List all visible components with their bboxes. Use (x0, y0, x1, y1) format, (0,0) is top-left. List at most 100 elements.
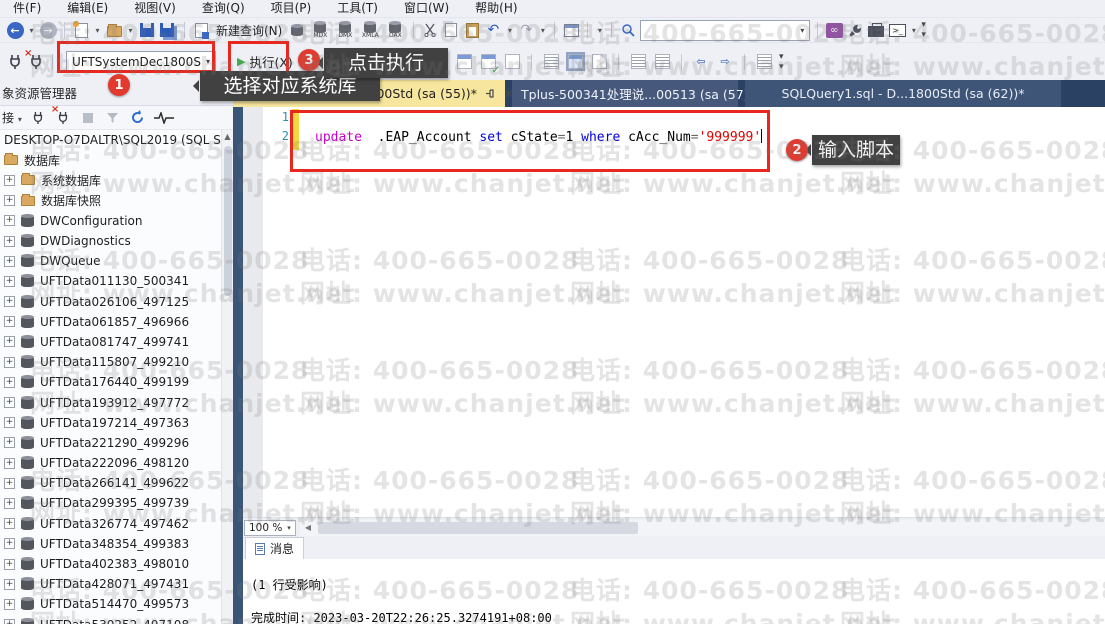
tab-messages[interactable]: 消息 (245, 537, 305, 559)
new-project-dropdown[interactable]: ▾ (93, 26, 102, 35)
results-to-text-button[interactable] (542, 52, 560, 72)
toolbar-overflow-button[interactable]: ▾ ▾ (779, 52, 783, 72)
expander-icon[interactable]: + (4, 518, 15, 530)
tree-item[interactable]: + UFTData402383_498010 (0, 554, 221, 574)
tree-item[interactable]: + UFTData193912_497772 (0, 392, 221, 412)
menu-item[interactable]: 视图(V) (121, 0, 189, 17)
new-project-button[interactable] (72, 20, 90, 40)
tree-item[interactable]: + 数据库快照 (0, 191, 221, 211)
expander-icon[interactable]: + (4, 275, 15, 287)
tree-item[interactable]: 数据库 (0, 150, 221, 170)
tree-item[interactable]: + UFTData299395_499739 (0, 493, 221, 513)
new-dax-query-button[interactable]: DAX (384, 20, 406, 39)
expander-icon[interactable]: + (4, 477, 15, 489)
database-combo[interactable]: UFTSystemDec1800Std ▾ (66, 51, 216, 72)
save-button[interactable] (138, 20, 156, 40)
expander-icon[interactable]: + (4, 598, 15, 610)
scroll-up-icon[interactable]: ▲ (222, 130, 233, 143)
stop-icon[interactable] (79, 108, 97, 128)
menu-item[interactable]: 窗口(W) (391, 0, 462, 17)
tree-item[interactable]: + UFTData530252_497108 (0, 615, 221, 624)
live-statistics-button[interactable]: ✓ (479, 52, 500, 76)
tree-item[interactable]: + UFTData081747_499741 (0, 332, 221, 352)
toolbar-overflow-button[interactable]: ▾ ▾ (921, 20, 925, 40)
tree-item[interactable]: + UFTData197214_497363 (0, 413, 221, 433)
sql-code-line[interactable]: update .EAP_Account set cState = 1 where c… (315, 129, 763, 145)
pin-icon[interactable] (485, 88, 496, 99)
tree-item[interactable]: + UFTData026106_497125 (0, 292, 221, 312)
disconnect-icon[interactable]: × (24, 48, 45, 72)
expander-icon[interactable]: + (4, 356, 15, 368)
scroll-left-icon[interactable]: ◀ (300, 520, 316, 536)
menu-item[interactable]: 件(F) (0, 0, 54, 17)
search-combo[interactable]: ▾ (640, 19, 811, 41)
tree-item[interactable]: + UFTData061857_496966 (0, 312, 221, 332)
query-options-button[interactable] (503, 52, 521, 72)
navigate-back-dropdown[interactable]: ▾ (27, 26, 36, 35)
tree-item[interactable]: + DWQueue (0, 251, 221, 271)
tree-item[interactable]: + UFTData176440_499199 (0, 372, 221, 392)
chevron-down-icon[interactable]: ▾ (283, 524, 295, 532)
estimated-plan-button[interactable] (455, 52, 473, 72)
tab-tplus-document[interactable]: Tplus-500341处理说...00513 (sa (57)) (512, 80, 753, 107)
specify-template-values-button[interactable] (755, 52, 773, 72)
decrease-indent-button[interactable]: ⇦ (692, 52, 710, 72)
uncomment-lines-button[interactable] (653, 52, 671, 72)
navigate-back-button[interactable]: ← (6, 20, 24, 40)
tree-item[interactable]: DESKTOP-O7DALTR\SQL2019 (SQL S (0, 130, 221, 150)
tree-item[interactable]: + DWConfiguration (0, 211, 221, 231)
refresh-icon[interactable] (129, 108, 147, 128)
results-to-file-button[interactable] (590, 52, 608, 72)
undo-button[interactable]: ↶ (484, 20, 502, 40)
sql-editor[interactable]: 1 2 update .EAP_Account set cState = 1 whe… (243, 107, 1105, 517)
new-mdx-query-button[interactable]: MDX (309, 20, 331, 39)
chevron-down-icon[interactable]: ▾ (201, 57, 215, 66)
tree-item[interactable]: + UFTData326774_497462 (0, 514, 221, 534)
tree-item[interactable]: + UFTData266141_499622 (0, 473, 221, 493)
expander-icon[interactable]: + (4, 316, 15, 328)
tree-item[interactable]: + UFTData011130_500341 (0, 271, 221, 291)
menu-item[interactable]: 工具(T) (324, 0, 391, 17)
toolbar-dropdown[interactable]: ▾ (595, 26, 604, 35)
chevron-down-icon[interactable]: ▾ (795, 26, 809, 35)
tab-sqlquery2[interactable]: SQLQuery2.sql - D...1800Std (sa (55))* ✕ (225, 80, 514, 107)
expander-icon[interactable]: + (4, 397, 15, 409)
execute-button[interactable]: ▶ 执行(X) (233, 52, 297, 71)
new-query-icon[interactable] (192, 20, 210, 40)
tree-item[interactable]: + UFTData222096_498120 (0, 453, 221, 473)
breakpoint-margin[interactable] (243, 107, 263, 517)
expander-icon[interactable]: + (4, 235, 15, 247)
tree-item[interactable]: + 系统数据库 (0, 170, 221, 190)
expander-icon[interactable]: + (4, 437, 15, 449)
open-file-button[interactable] (105, 20, 123, 40)
save-all-button[interactable] (159, 20, 177, 40)
expander-icon[interactable]: + (4, 417, 15, 429)
horizontal-scrollbar[interactable]: ◀ (300, 519, 1105, 536)
expander-icon[interactable]: + (4, 578, 15, 590)
expander-icon[interactable]: + (4, 296, 15, 308)
tree-scrollbar[interactable]: ▲ (221, 130, 233, 624)
new-dmx-query-button[interactable]: DMX (334, 20, 356, 39)
toolbox-button[interactable] (867, 20, 885, 40)
cut-button[interactable] (421, 20, 439, 40)
vs-launcher-button[interactable]: ∞ (825, 20, 843, 40)
open-file-dropdown[interactable]: ▾ (126, 26, 135, 35)
filter-icon[interactable] (104, 108, 122, 128)
connect-icon[interactable] (6, 52, 24, 72)
scrollbar-thumb[interactable] (224, 146, 232, 296)
menu-item[interactable]: 编辑(E) (54, 0, 121, 17)
paste-button[interactable] (463, 20, 481, 40)
expander-icon[interactable]: + (4, 195, 15, 207)
copy-button[interactable] (442, 20, 460, 40)
expander-icon[interactable]: + (4, 174, 15, 186)
command-window-button[interactable]: >_ (888, 20, 906, 40)
navigate-forward-button[interactable]: → (39, 20, 57, 40)
connect-object-explorer-icon[interactable] (29, 108, 47, 128)
activity-monitor-icon[interactable] (153, 108, 174, 128)
zoom-combo[interactable]: 100 % ▾ (244, 519, 296, 536)
tree-item[interactable]: + DWDiagnostics (0, 231, 221, 251)
panel-splitter[interactable] (233, 107, 243, 624)
menu-item[interactable]: 查询(Q) (189, 0, 258, 17)
command-window-dropdown[interactable]: ▾ (909, 26, 918, 35)
expander-icon[interactable]: + (4, 538, 15, 550)
